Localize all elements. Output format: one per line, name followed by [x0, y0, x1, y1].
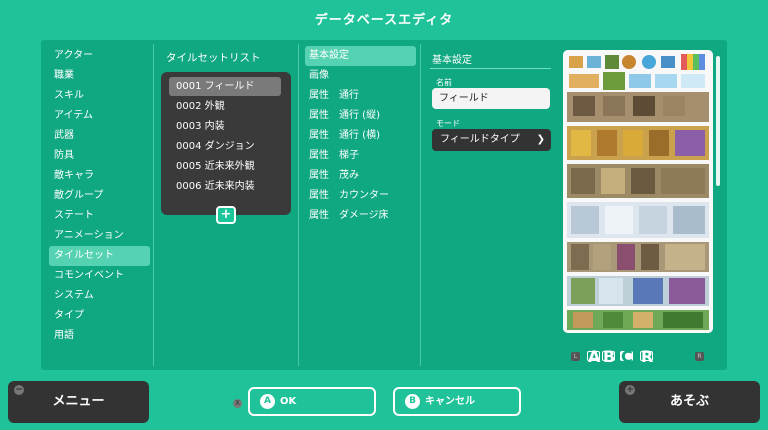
section-ladder[interactable]: 属性 梯子	[305, 146, 416, 166]
section-damage-floor[interactable]: 属性 ダメージ床	[305, 206, 416, 226]
category-class[interactable]: 職業	[49, 66, 150, 86]
category-common-event[interactable]: コモンイベント	[49, 266, 150, 286]
mode-value: フィールドタイプ	[440, 134, 520, 145]
tileset-image	[563, 50, 713, 333]
divider	[153, 44, 154, 366]
mode-select[interactable]: フィールドタイプ ❯	[432, 129, 551, 151]
category-troop[interactable]: 敵グループ	[49, 186, 150, 206]
ok-label: OK	[280, 396, 297, 407]
category-actor[interactable]: アクター	[49, 46, 150, 66]
category-armor[interactable]: 防具	[49, 146, 150, 166]
category-terms[interactable]: 用語	[49, 326, 150, 346]
add-tileset-button[interactable]: +	[216, 206, 236, 224]
divider	[430, 68, 551, 69]
section-bush[interactable]: 属性 茂み	[305, 166, 416, 186]
section-basic[interactable]: 基本設定	[305, 46, 416, 66]
ok-button[interactable]: A OK	[248, 387, 376, 416]
section-passage-vertical[interactable]: 属性 通行 (縦)	[305, 106, 416, 126]
tab-a[interactable]: A	[587, 349, 600, 365]
x-key-icon: X	[233, 399, 242, 408]
name-label: 名前	[436, 78, 452, 87]
tileset-item[interactable]: 0002 外観	[169, 97, 281, 116]
cancel-label: キャンセル	[425, 396, 475, 407]
tileset-item[interactable]: 0003 内装	[169, 117, 281, 136]
a-button-icon: A	[260, 394, 275, 409]
section-passage-horizontal[interactable]: 属性 通行 (横)	[305, 126, 416, 146]
tab-b[interactable]: B	[602, 349, 615, 365]
tileset-preview[interactable]	[563, 50, 713, 333]
tileset-list-title: タイルセットリスト	[166, 52, 261, 64]
chevron-down-icon: ❯	[536, 134, 545, 145]
mode-label: モード	[436, 119, 460, 128]
menu-label: メニュー	[52, 394, 105, 409]
divider	[298, 44, 299, 366]
category-state[interactable]: ステート	[49, 206, 150, 226]
tileset-list: 0001 フィールド 0002 外観 0003 内装 0004 ダンジョン 00…	[161, 72, 291, 215]
minus-icon: −	[14, 385, 24, 395]
category-item[interactable]: アイテム	[49, 106, 150, 126]
section-counter[interactable]: 属性 カウンター	[305, 186, 416, 206]
category-weapon[interactable]: 武器	[49, 126, 150, 146]
tileset-item[interactable]: 0001 フィールド	[169, 77, 281, 96]
category-skill[interactable]: スキル	[49, 86, 150, 106]
tab-left-key[interactable]: L	[571, 352, 580, 361]
plus-icon: +	[625, 385, 635, 395]
category-enemy[interactable]: 敵キャラ	[49, 166, 150, 186]
tab-right-key[interactable]: R	[695, 352, 704, 361]
tileset-item[interactable]: 0006 近未来内装	[169, 177, 281, 196]
section-passage[interactable]: 属性 通行	[305, 86, 416, 106]
tab-c[interactable]: C	[620, 349, 633, 365]
tileset-item[interactable]: 0005 近未来外観	[169, 157, 281, 176]
category-tileset[interactable]: タイルセット	[49, 246, 150, 266]
category-system[interactable]: システム	[49, 286, 150, 306]
name-field[interactable]: フィールド	[432, 88, 550, 109]
preview-scrollbar[interactable]	[716, 56, 720, 186]
b-button-icon: B	[405, 394, 420, 409]
section-images[interactable]: 画像	[305, 66, 416, 86]
play-button[interactable]: + あそぶ	[619, 381, 760, 423]
page-title: データベースエディタ	[314, 13, 454, 28]
category-type[interactable]: タイプ	[49, 306, 150, 326]
settings-title: 基本設定	[432, 55, 472, 66]
cancel-button[interactable]: B キャンセル	[393, 387, 521, 416]
tab-r[interactable]: R	[640, 349, 653, 365]
category-animation[interactable]: アニメーション	[49, 226, 150, 246]
menu-button[interactable]: − メニュー	[8, 381, 149, 423]
play-label: あそぶ	[669, 394, 709, 409]
divider	[420, 44, 421, 366]
category-list: アクター 職業 スキル アイテム 武器 防具 敵キャラ 敵グループ ステート ア…	[49, 46, 150, 346]
tileset-item[interactable]: 0004 ダンジョン	[169, 137, 281, 156]
